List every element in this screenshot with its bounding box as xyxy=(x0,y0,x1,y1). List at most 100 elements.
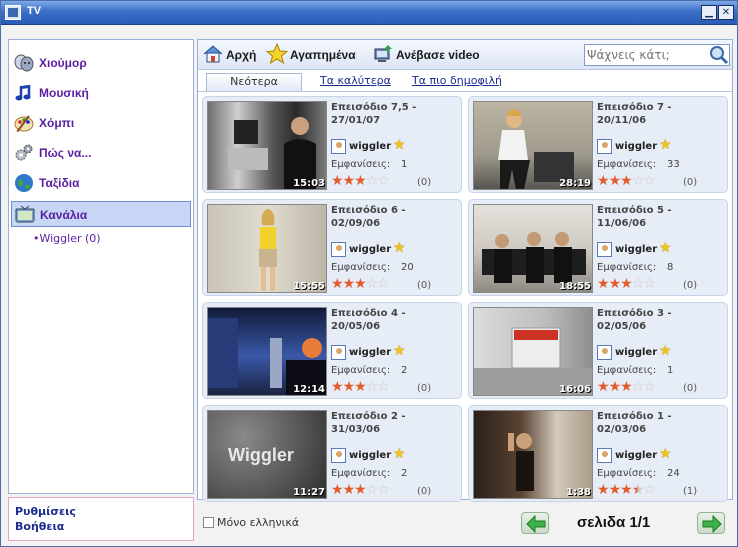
video-title[interactable]: Επεισόδιο 5 - 11/06/06 xyxy=(597,204,707,230)
video-title[interactable]: Επεισόδιο 6 - 02/09/06 xyxy=(331,204,441,230)
uploader-name[interactable]: wiggler xyxy=(615,244,657,255)
video-title[interactable]: Επεισόδιο 2 - 31/03/06 xyxy=(331,410,441,436)
uploader-name[interactable]: wiggler xyxy=(349,450,391,461)
rating-star-icon[interactable]: ★ xyxy=(331,379,344,395)
rating-star-icon[interactable]: ★ xyxy=(620,276,633,292)
rating-star-icon[interactable]: ☆ xyxy=(643,276,656,292)
rating-star-icon[interactable]: ★ xyxy=(354,379,367,395)
help-link[interactable]: Βοήθεια xyxy=(15,520,64,533)
video-thumbnail[interactable]: 18:55 xyxy=(473,204,593,293)
tab-best[interactable]: Τα καλύτερα xyxy=(320,74,391,87)
rating-stars[interactable]: ★★★☆☆ xyxy=(597,173,656,189)
video-card[interactable]: 16:06 Επεισόδιο 3 - 02/05/06 wiggler ★ Εμ… xyxy=(468,302,728,399)
minimize-button[interactable]: ▁ xyxy=(701,5,717,20)
rating-star-icon[interactable]: ☆ xyxy=(632,379,645,395)
rating-star-icon[interactable]: ★ xyxy=(620,379,633,395)
rating-star-icon[interactable]: ★ xyxy=(343,276,356,292)
search-icon[interactable] xyxy=(707,45,729,65)
rating-star-icon[interactable]: ★ xyxy=(597,482,610,498)
rating-stars[interactable]: ★★★☆☆ xyxy=(331,482,390,498)
rating-star-icon[interactable]: ☆ xyxy=(366,482,379,498)
rating-star-icon[interactable]: ★ xyxy=(597,379,610,395)
favorite-star-icon[interactable]: ★ xyxy=(659,343,672,359)
rating-star-icon[interactable]: ☆ xyxy=(632,173,645,189)
video-title[interactable]: Επεισόδιο 4 - 20/05/06 xyxy=(331,307,441,333)
next-page-button[interactable] xyxy=(697,512,725,534)
rating-stars[interactable]: ★★★☆☆ xyxy=(597,379,656,395)
rating-star-icon[interactable]: ★ xyxy=(354,173,367,189)
sidebar-item-channels[interactable]: Κανάλια xyxy=(11,201,191,227)
sidebar-item-humor[interactable]: Χιούμορ xyxy=(11,50,191,76)
rating-star-icon[interactable]: ★ xyxy=(632,482,645,498)
rating-star-icon[interactable]: ★ xyxy=(331,482,344,498)
uploader-name[interactable]: wiggler xyxy=(615,141,657,152)
tab-newest[interactable]: Νεότερα xyxy=(206,73,302,91)
rating-star-icon[interactable]: ☆ xyxy=(377,173,390,189)
rating-star-icon[interactable]: ☆ xyxy=(643,379,656,395)
uploader-name[interactable]: wiggler xyxy=(349,347,391,358)
favorite-star-icon[interactable]: ★ xyxy=(393,137,406,153)
rating-star-icon[interactable]: ☆ xyxy=(377,379,390,395)
rating-star-icon[interactable]: ★ xyxy=(331,173,344,189)
rating-star-icon[interactable]: ★ xyxy=(597,173,610,189)
video-thumbnail[interactable]: 1:38 xyxy=(473,410,593,499)
video-card[interactable]: 18:55 Επεισόδιο 5 - 11/06/06 wiggler ★ Εμ… xyxy=(468,199,728,296)
video-thumbnail[interactable]: 28:19 xyxy=(473,101,593,190)
sidebar-item-travel[interactable]: Ταξίδια xyxy=(11,170,191,196)
rating-star-icon[interactable]: ★ xyxy=(609,482,622,498)
favorite-star-icon[interactable]: ★ xyxy=(659,137,672,153)
rating-star-icon[interactable]: ★ xyxy=(331,276,344,292)
video-thumbnail[interactable]: 16:06 xyxy=(473,307,593,396)
video-title[interactable]: Επεισόδιο 3 - 02/05/06 xyxy=(597,307,707,333)
video-card[interactable]: Wiggler 11:27 Επεισόδιο 2 - 31/03/06 wig… xyxy=(202,405,462,502)
uploader-name[interactable]: wiggler xyxy=(349,141,391,152)
video-title[interactable]: Επεισόδιο 1 - 02/03/06 xyxy=(597,410,707,436)
favorite-star-icon[interactable]: ★ xyxy=(659,240,672,256)
prev-page-button[interactable] xyxy=(521,512,549,534)
rating-star-icon[interactable]: ☆ xyxy=(643,482,656,498)
rating-star-icon[interactable]: ☆ xyxy=(366,173,379,189)
tab-popular[interactable]: Τα πιο δημοφιλή xyxy=(412,74,502,87)
video-card[interactable]: 15:55 Επεισόδιο 6 - 02/09/06 wiggler ★ Εμ… xyxy=(202,199,462,296)
uploader-name[interactable]: wiggler xyxy=(615,347,657,358)
sidebar-item-howto[interactable]: Πώς να... xyxy=(11,140,191,166)
rating-star-icon[interactable]: ☆ xyxy=(632,276,645,292)
channel-wiggler-link[interactable]: •Wiggler (0) xyxy=(33,232,101,245)
rating-star-icon[interactable]: ☆ xyxy=(643,173,656,189)
rating-stars[interactable]: ★★★☆☆ xyxy=(331,379,390,395)
rating-star-icon[interactable]: ★ xyxy=(354,482,367,498)
favorite-star-icon[interactable]: ★ xyxy=(659,446,672,462)
rating-star-icon[interactable]: ☆ xyxy=(366,276,379,292)
favorite-star-icon[interactable]: ★ xyxy=(393,446,406,462)
rating-star-icon[interactable]: ☆ xyxy=(366,379,379,395)
rating-star-icon[interactable]: ★ xyxy=(343,482,356,498)
close-button[interactable]: ✕ xyxy=(718,5,734,20)
video-thumbnail[interactable]: 15:55 xyxy=(207,204,327,293)
sidebar-item-hobby[interactable]: Χόμπι xyxy=(11,110,191,136)
video-card[interactable]: 12:14 Επεισόδιο 4 - 20/05/06 wiggler ★ Εμ… xyxy=(202,302,462,399)
rating-star-icon[interactable]: ★ xyxy=(620,173,633,189)
rating-star-icon[interactable]: ★ xyxy=(609,276,622,292)
rating-star-icon[interactable]: ★ xyxy=(609,379,622,395)
video-thumbnail[interactable]: 15:03 xyxy=(207,101,327,190)
uploader-name[interactable]: wiggler xyxy=(349,244,391,255)
video-card[interactable]: 15:03 Επεισόδιο 7,5 - 27/01/07 wiggler ★ … xyxy=(202,96,462,193)
favorite-star-icon[interactable]: ★ xyxy=(393,240,406,256)
sidebar-item-music[interactable]: Μουσική xyxy=(11,80,191,106)
video-title[interactable]: Επεισόδιο 7,5 - 27/01/07 xyxy=(331,101,441,127)
rating-stars[interactable]: ★★★☆☆ xyxy=(331,173,390,189)
rating-stars[interactable]: ★★★★☆ xyxy=(597,482,656,498)
video-card[interactable]: 28:19 Επεισόδιο 7 - 20/11/06 wiggler ★ Εμ… xyxy=(468,96,728,193)
rating-star-icon[interactable]: ☆ xyxy=(377,276,390,292)
favorite-star-icon[interactable]: ★ xyxy=(393,343,406,359)
search-input[interactable] xyxy=(587,47,705,63)
uploader-name[interactable]: wiggler xyxy=(615,450,657,461)
rating-star-icon[interactable]: ★ xyxy=(597,276,610,292)
checkbox-box[interactable] xyxy=(203,517,214,528)
rating-star-icon[interactable]: ★ xyxy=(609,173,622,189)
video-thumbnail[interactable]: 12:14 xyxy=(207,307,327,396)
settings-link[interactable]: Ρυθμίσεις xyxy=(15,505,76,518)
rating-stars[interactable]: ★★★☆☆ xyxy=(597,276,656,292)
rating-star-icon[interactable]: ★ xyxy=(620,482,633,498)
rating-star-icon[interactable]: ☆ xyxy=(377,482,390,498)
